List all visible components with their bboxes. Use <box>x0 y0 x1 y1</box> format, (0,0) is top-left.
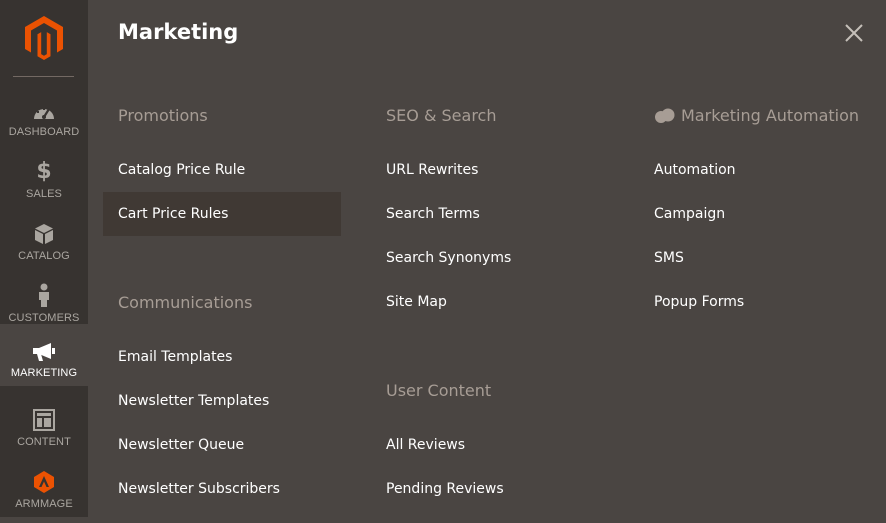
link-search-synonyms[interactable]: Search Synonyms <box>371 236 609 280</box>
magento-logo[interactable] <box>0 0 88 76</box>
link-automation[interactable]: Automation <box>639 148 877 192</box>
link-url-rewrites[interactable]: URL Rewrites <box>371 148 609 192</box>
person-icon <box>37 283 51 307</box>
section-title-user-content: User Content <box>386 381 492 400</box>
section-title-marketing-automation: Marketing Automation <box>654 106 859 125</box>
link-email-templates[interactable]: Email Templates <box>103 335 341 379</box>
section-title-promotions: Promotions <box>118 106 208 125</box>
layout-icon <box>33 407 55 431</box>
sidebar-item-armmage[interactable]: ARMMAGE <box>0 461 88 523</box>
close-icon <box>845 24 863 42</box>
megaphone-icon <box>32 338 56 362</box>
link-campaign[interactable]: Campaign <box>639 192 877 236</box>
cloud-icon <box>655 108 675 123</box>
close-button[interactable] <box>843 22 865 44</box>
link-pending-reviews[interactable]: Pending Reviews <box>371 467 609 511</box>
link-newsletter-templates[interactable]: Newsletter Templates <box>103 379 341 423</box>
section-title-label: Marketing Automation <box>681 106 860 125</box>
section-title-seo-search: SEO & Search <box>386 106 497 125</box>
link-catalog-price-rule[interactable]: Catalog Price Rule <box>103 148 341 192</box>
sidebar-item-catalog[interactable]: CATALOG <box>0 213 88 275</box>
magento-logo-icon <box>25 16 63 60</box>
link-popup-forms[interactable]: Popup Forms <box>639 280 877 324</box>
box-icon <box>34 221 54 245</box>
dollar-icon: $ <box>36 159 52 184</box>
link-site-map[interactable]: Site Map <box>371 280 609 324</box>
link-newsletter-queue[interactable]: Newsletter Queue <box>103 423 341 467</box>
link-search-terms[interactable]: Search Terms <box>371 192 609 236</box>
section-title-communications: Communications <box>118 293 253 312</box>
link-newsletter-subscribers[interactable]: Newsletter Subscribers <box>103 467 341 511</box>
dashboard-icon <box>32 97 56 121</box>
link-all-reviews[interactable]: All Reviews <box>371 423 609 467</box>
armmage-logo-icon <box>34 469 54 493</box>
link-sms[interactable]: SMS <box>639 236 877 280</box>
link-cart-price-rules[interactable]: Cart Price Rules <box>103 192 341 236</box>
sidebar-item-content[interactable]: CONTENT <box>0 399 88 461</box>
sidebar-item-marketing[interactable]: MARKETING <box>0 324 88 386</box>
sidebar-item-dashboard[interactable]: DASHBOARD <box>0 89 88 151</box>
logo-divider <box>13 76 74 77</box>
admin-sidebar: DASHBOARD $ SALES CATALOG CUSTOMERS MARK… <box>0 0 88 517</box>
sidebar-item-sales[interactable]: $ SALES <box>0 151 88 213</box>
panel-title: Marketing <box>118 20 239 44</box>
